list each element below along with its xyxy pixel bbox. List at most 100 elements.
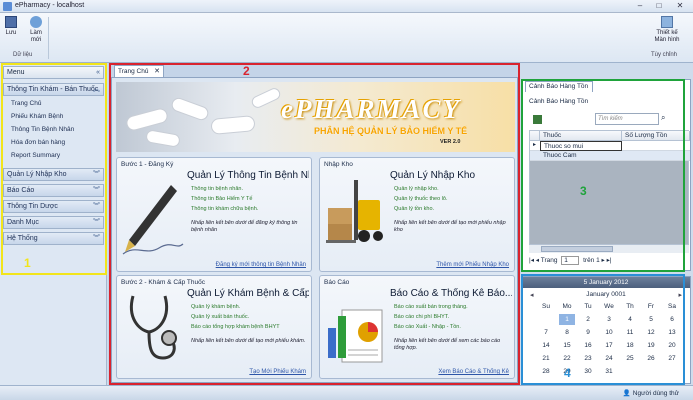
sidebar-item-hoa-don[interactable]: Hóa đơn bán hàng bbox=[11, 139, 65, 146]
view-report-link[interactable]: Xem Báo Cáo & Thống Kê bbox=[438, 369, 509, 375]
refresh-button[interactable]: Làm mới bbox=[26, 16, 46, 44]
search-icon[interactable]: ⌕ bbox=[661, 113, 665, 123]
export-icon[interactable] bbox=[533, 115, 542, 124]
sidebar-group-nhap-kho[interactable]: Quản Lý Nhập Kho ︾ bbox=[3, 168, 104, 181]
tab-trang-chu[interactable]: Trang Chủ ✕ bbox=[114, 65, 164, 77]
calendar-day[interactable]: 12 bbox=[643, 327, 659, 338]
sidebar-item-trang-chu[interactable]: Trang Chủ bbox=[11, 100, 41, 107]
calendar-day[interactable]: 28 bbox=[538, 366, 554, 377]
column-header-drug[interactable]: Thuốc bbox=[540, 131, 622, 141]
close-button[interactable]: ✕ bbox=[672, 1, 688, 11]
calendar-day[interactable]: 27 bbox=[664, 353, 680, 364]
column-header-qty[interactable]: Số Lượng Tồn bbox=[622, 131, 690, 141]
sidebar-group-danh-muc[interactable]: Danh Mục ︾ bbox=[3, 216, 104, 229]
next-page-icon[interactable]: ▸ ▸| bbox=[602, 257, 612, 264]
sidebar-item-report-summary[interactable]: Report Summary bbox=[11, 152, 60, 159]
menu-header[interactable]: Menu « bbox=[3, 66, 104, 79]
sidebar-group-he-thong[interactable]: Hệ Thống ︾ bbox=[3, 232, 104, 245]
close-tab-icon[interactable]: ✕ bbox=[154, 66, 160, 77]
calendar-month[interactable]: January 0001 bbox=[522, 291, 690, 298]
sidebar-group-label: Quản Lý Nhập Kho bbox=[7, 171, 67, 178]
calendar-day[interactable]: 2 bbox=[580, 314, 596, 325]
calendar-day[interactable]: 5 bbox=[643, 314, 659, 325]
card-line: Báo cáo chi phí BHYT. bbox=[394, 314, 450, 320]
calendar-day[interactable]: 8 bbox=[559, 327, 575, 338]
calendar-day[interactable]: 22 bbox=[559, 353, 575, 364]
calendar-today[interactable]: 5 January 2012 bbox=[522, 277, 690, 288]
calendar-day[interactable]: 17 bbox=[601, 340, 617, 351]
calendar-day[interactable]: 24 bbox=[601, 353, 617, 364]
banner: ePHARMACY PHÂN HỆ QUẢN LÝ BẢO HIỂM Y TẾ … bbox=[116, 82, 515, 152]
sidebar-group-label: Thông Tin Khám - Bán Thuốc bbox=[7, 86, 99, 93]
sidebar-item-phieu-kham[interactable]: Phiếu Khám Bệnh bbox=[11, 113, 63, 120]
sidebar-group-label: Hệ Thống bbox=[7, 235, 38, 242]
calendar-day[interactable]: 14 bbox=[538, 340, 554, 351]
next-month-icon[interactable]: ▸ bbox=[678, 291, 682, 299]
calendar-day[interactable]: 6 bbox=[664, 314, 680, 325]
page-input[interactable]: 1 bbox=[561, 256, 580, 265]
card-line: Quản lý nhập kho. bbox=[394, 186, 439, 192]
calendar-day[interactable]: 19 bbox=[643, 340, 659, 351]
cell-drug[interactable]: Thuoc so mui bbox=[540, 141, 622, 151]
status-user[interactable]: 👤 Người dùng thử bbox=[623, 389, 679, 397]
table-row[interactable]: Thuoc Cam bbox=[530, 151, 690, 161]
calendar-day[interactable]: 30 bbox=[580, 366, 596, 377]
sidebar-item-benh-nhan[interactable]: Thông Tin Bệnh Nhân bbox=[11, 126, 74, 133]
tab-label: Trang Chủ bbox=[118, 68, 149, 75]
home-content: ePHARMACY PHÂN HỆ QUẢN LÝ BẢO HIỂM Y TẾ … bbox=[111, 77, 518, 383]
maximize-button[interactable]: □ bbox=[651, 1, 667, 11]
pill-image bbox=[124, 106, 170, 133]
annotation-label-1: 1 bbox=[24, 256, 31, 270]
calendar-day[interactable]: 4 bbox=[622, 314, 638, 325]
calendar-day[interactable]: 15 bbox=[559, 340, 575, 351]
sidebar: Menu « Thông Tin Khám - Bán Thuốc ︽ Tran… bbox=[0, 63, 107, 385]
new-exam-link[interactable]: Tạo Mới Phiếu Khám bbox=[249, 369, 306, 375]
add-import-link[interactable]: Thêm mới Phiếu Nhập Kho bbox=[436, 262, 509, 268]
calendar-day[interactable]: 16 bbox=[580, 340, 596, 351]
pager: |◂ ◂ Trang 1 trên 1 ▸ ▸| bbox=[529, 256, 612, 265]
sidebar-group-thong-tin-duoc[interactable]: Thông Tin Dược ︾ bbox=[3, 200, 104, 213]
minimize-button[interactable]: – bbox=[632, 1, 648, 11]
calendar-day[interactable]: 3 bbox=[601, 314, 617, 325]
sidebar-group-kham-ban-thuoc[interactable]: Thông Tin Khám - Bán Thuốc ︽ bbox=[3, 83, 104, 96]
register-patient-link[interactable]: Đăng ký mới thông tin Bệnh Nhân bbox=[216, 262, 306, 268]
calendar-day[interactable]: 1 bbox=[559, 314, 575, 325]
card-patient: Bước 1 - Đăng Ký Quản Lý Thông Tin Bệnh … bbox=[116, 157, 312, 272]
save-button[interactable]: Lưu bbox=[4, 16, 18, 36]
search-input[interactable]: Tìm kiếm bbox=[595, 113, 659, 125]
calendar-day[interactable]: 18 bbox=[622, 340, 638, 351]
chevron-left-icon[interactable]: « bbox=[96, 67, 100, 78]
table-row[interactable]: ▸ Thuoc so mui bbox=[530, 141, 690, 151]
calendar-day[interactable]: 13 bbox=[664, 327, 680, 338]
calendar-day[interactable]: 9 bbox=[580, 327, 596, 338]
cell-drug[interactable]: Thuoc Cam bbox=[540, 151, 622, 161]
cell-qty[interactable] bbox=[622, 151, 690, 161]
calendar-day[interactable]: 23 bbox=[580, 353, 596, 364]
calendar-day[interactable]: 11 bbox=[622, 327, 638, 338]
scroll-thumb[interactable] bbox=[541, 246, 613, 252]
calendar-day[interactable]: 20 bbox=[664, 340, 680, 351]
sidebar-group-bao-cao[interactable]: Báo Cáo ︾ bbox=[3, 184, 104, 197]
card-heading: Quản Lý Nhập Kho bbox=[390, 170, 476, 181]
card-inventory: Nhập Kho Quản Lý Nhập Kho Quản lý nhập k… bbox=[319, 157, 515, 272]
calendar-day[interactable]: 7 bbox=[538, 327, 554, 338]
calendar-day[interactable]: 25 bbox=[622, 353, 638, 364]
cell-qty[interactable] bbox=[622, 141, 690, 151]
calendar-day[interactable]: 10 bbox=[601, 327, 617, 338]
calendar-day[interactable]: 31 bbox=[601, 366, 617, 377]
horizontal-scrollbar[interactable] bbox=[529, 244, 689, 253]
first-page-icon[interactable]: |◂ ◂ bbox=[529, 257, 541, 264]
app-icon bbox=[3, 2, 12, 11]
pill-image bbox=[169, 95, 211, 123]
weekday-label: Mo bbox=[562, 303, 572, 310]
pen-signature-icon bbox=[121, 170, 185, 256]
pill-image bbox=[210, 115, 256, 135]
card-exam: Bước 2 - Khám & Cấp Thuốc Quản Lý Khám B… bbox=[116, 275, 312, 379]
screen-design-button[interactable]: Thiết kế Màn hình bbox=[650, 16, 684, 44]
calendar-day[interactable]: 21 bbox=[538, 353, 554, 364]
chevron-down-icon: ︾ bbox=[93, 203, 100, 210]
tab-canh-bao[interactable]: Cảnh Báo Hàng Tồn bbox=[525, 81, 593, 92]
report-chart-icon bbox=[324, 288, 388, 368]
calendar-day[interactable]: 26 bbox=[643, 353, 659, 364]
user-icon: 👤 bbox=[622, 390, 633, 397]
